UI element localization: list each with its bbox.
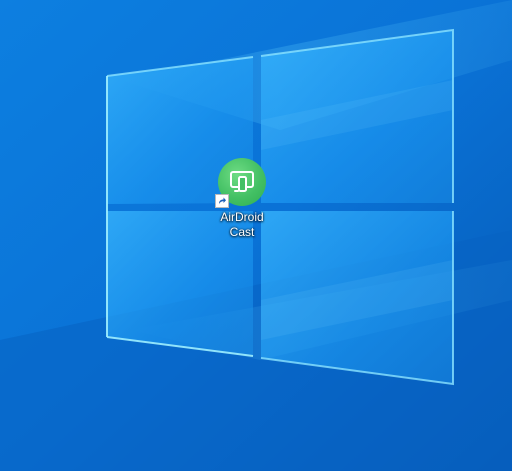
shortcut-arrow-icon [215,194,229,208]
desktop[interactable]: AirDroid Cast [0,0,512,471]
shortcut-icon-image [215,158,266,208]
airdroid-cast-shortcut[interactable]: AirDroid Cast [206,156,278,248]
shortcut-label: AirDroid Cast [220,210,264,239]
